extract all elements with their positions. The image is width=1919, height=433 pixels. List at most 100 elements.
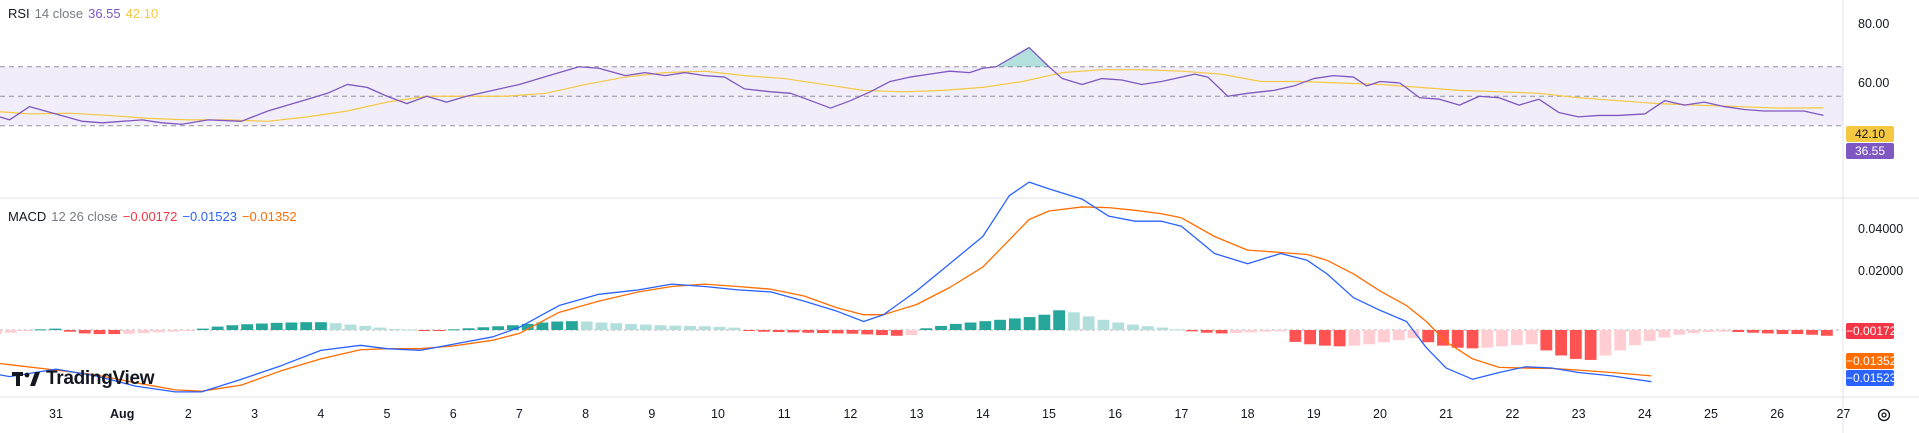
histogram-bar [285, 322, 298, 330]
rsi-legend-name: RSI [8, 6, 30, 21]
histogram-bar [713, 326, 726, 330]
histogram-bar [669, 325, 682, 330]
signal-price-tag: −0.01352 [1846, 353, 1897, 369]
time-axis-label: 8 [582, 407, 590, 421]
time-axis-label: 23 [1571, 407, 1586, 421]
histogram-bar [1156, 327, 1169, 330]
time-axis-label: 31 [49, 407, 63, 421]
histogram-bar [551, 321, 564, 330]
settings-icon[interactable] [1876, 407, 1892, 423]
histogram-bar [344, 324, 357, 330]
histogram-bar [684, 325, 696, 330]
histogram-bar [1082, 316, 1095, 330]
histogram-bar [728, 327, 741, 330]
time-axis-label: 14 [975, 407, 990, 421]
time-axis-label: 19 [1306, 407, 1321, 421]
histogram-bar [300, 322, 313, 330]
histogram-bar [817, 330, 829, 334]
histogram-bar [1776, 330, 1789, 335]
time-axis-label: 22 [1505, 407, 1520, 421]
histogram-bar [1569, 330, 1582, 359]
time-axis-label: 21 [1439, 407, 1454, 421]
histogram-bar [1629, 330, 1641, 346]
time-axis-label: 5 [383, 407, 391, 421]
time-axis-label: 11 [777, 407, 791, 421]
histogram-bar [1259, 330, 1272, 332]
histogram-bar [211, 326, 224, 330]
macd-legend-value: −0.01523 [182, 209, 237, 224]
histogram-bar [241, 324, 254, 330]
histogram-bar [580, 321, 593, 330]
rsi-price-tag: 36.55 [1846, 143, 1894, 159]
histogram-bar [388, 328, 401, 330]
histogram-bar [78, 330, 91, 334]
histogram-bar [905, 330, 918, 336]
histogram-bar [949, 323, 962, 330]
histogram-bar [447, 329, 460, 331]
tradingview-logo[interactable]: TradingView [12, 368, 155, 390]
histogram-bar [1481, 330, 1494, 348]
histogram-bar [1584, 330, 1597, 360]
histogram-bar [270, 322, 283, 330]
time-axis-label: 16 [1108, 407, 1123, 421]
histogram-bar [1141, 326, 1154, 330]
rsi-legend-value: 36.55 [88, 6, 121, 21]
histogram-bar [1761, 330, 1774, 334]
histogram-bar [359, 325, 372, 330]
histogram-bar [964, 322, 977, 330]
rsi-axis-label-60: 60.00 [1858, 76, 1890, 90]
histogram-bar [1747, 330, 1759, 333]
time-axis-label: 13 [909, 407, 924, 421]
histogram-bar [329, 323, 342, 330]
histogram-bar [1392, 330, 1405, 341]
histogram-bar [610, 323, 623, 330]
histogram-bar [890, 330, 903, 336]
histogram-bar [462, 328, 475, 330]
rsi-ma-legend-value: 42.10 [125, 6, 159, 21]
time-axis-label: 2 [184, 407, 192, 421]
histogram-price-tag: −0.00172 [1846, 323, 1897, 339]
histogram-bar [1688, 330, 1700, 334]
time-axis-label: 6 [449, 407, 457, 421]
histogram-bar [1200, 330, 1213, 333]
signal-line [0, 206, 1652, 392]
histogram-bar [255, 323, 268, 330]
histogram-bar [19, 330, 32, 332]
histogram-bar [654, 325, 667, 330]
histogram-bar [772, 330, 785, 333]
histogram-bar [1215, 330, 1228, 334]
time-axis-label: 26 [1770, 407, 1785, 421]
rsi-overbought-fill [565, 47, 1056, 67]
histogram-bar [1008, 318, 1021, 330]
histogram-bar [1732, 330, 1745, 333]
time-axis-label: Aug [110, 407, 135, 421]
histogram-bar [625, 323, 637, 330]
histogram-bar [1023, 317, 1036, 330]
histogram-bar [152, 330, 165, 333]
histogram-bar [1496, 330, 1508, 347]
histogram-bar [418, 330, 431, 331]
histogram-bar [182, 330, 194, 331]
histogram-bar [1555, 330, 1568, 356]
histogram-bar [1820, 330, 1833, 336]
rsi-legend-params: 14 close [34, 6, 84, 21]
histogram-bar [1378, 330, 1390, 343]
histogram-bar [49, 328, 62, 330]
histogram-bar [1274, 330, 1287, 332]
histogram-bar [1791, 330, 1804, 335]
time-axis-label: 24 [1637, 407, 1652, 421]
macd-legend[interactable]: MACD 12 26 close −0.00172 −0.01523 −0.01352 [8, 209, 302, 224]
histogram-bar [1806, 330, 1818, 335]
histogram-bar [108, 330, 121, 335]
histogram-bar [123, 330, 135, 334]
logo-text: TradingView [46, 368, 155, 389]
rsi-legend[interactable]: RSI 14 close 36.55 42.10 [8, 6, 163, 21]
histogram-bar [994, 319, 1006, 330]
time-axis-label: 9 [648, 407, 656, 421]
histogram-bar [743, 330, 756, 331]
time-axis-label: 10 [711, 407, 725, 421]
histogram-bar [1717, 330, 1730, 332]
macd-legend-params: 12 26 close [51, 209, 118, 224]
histogram-bar [1230, 330, 1243, 334]
histogram-bar [315, 322, 327, 330]
